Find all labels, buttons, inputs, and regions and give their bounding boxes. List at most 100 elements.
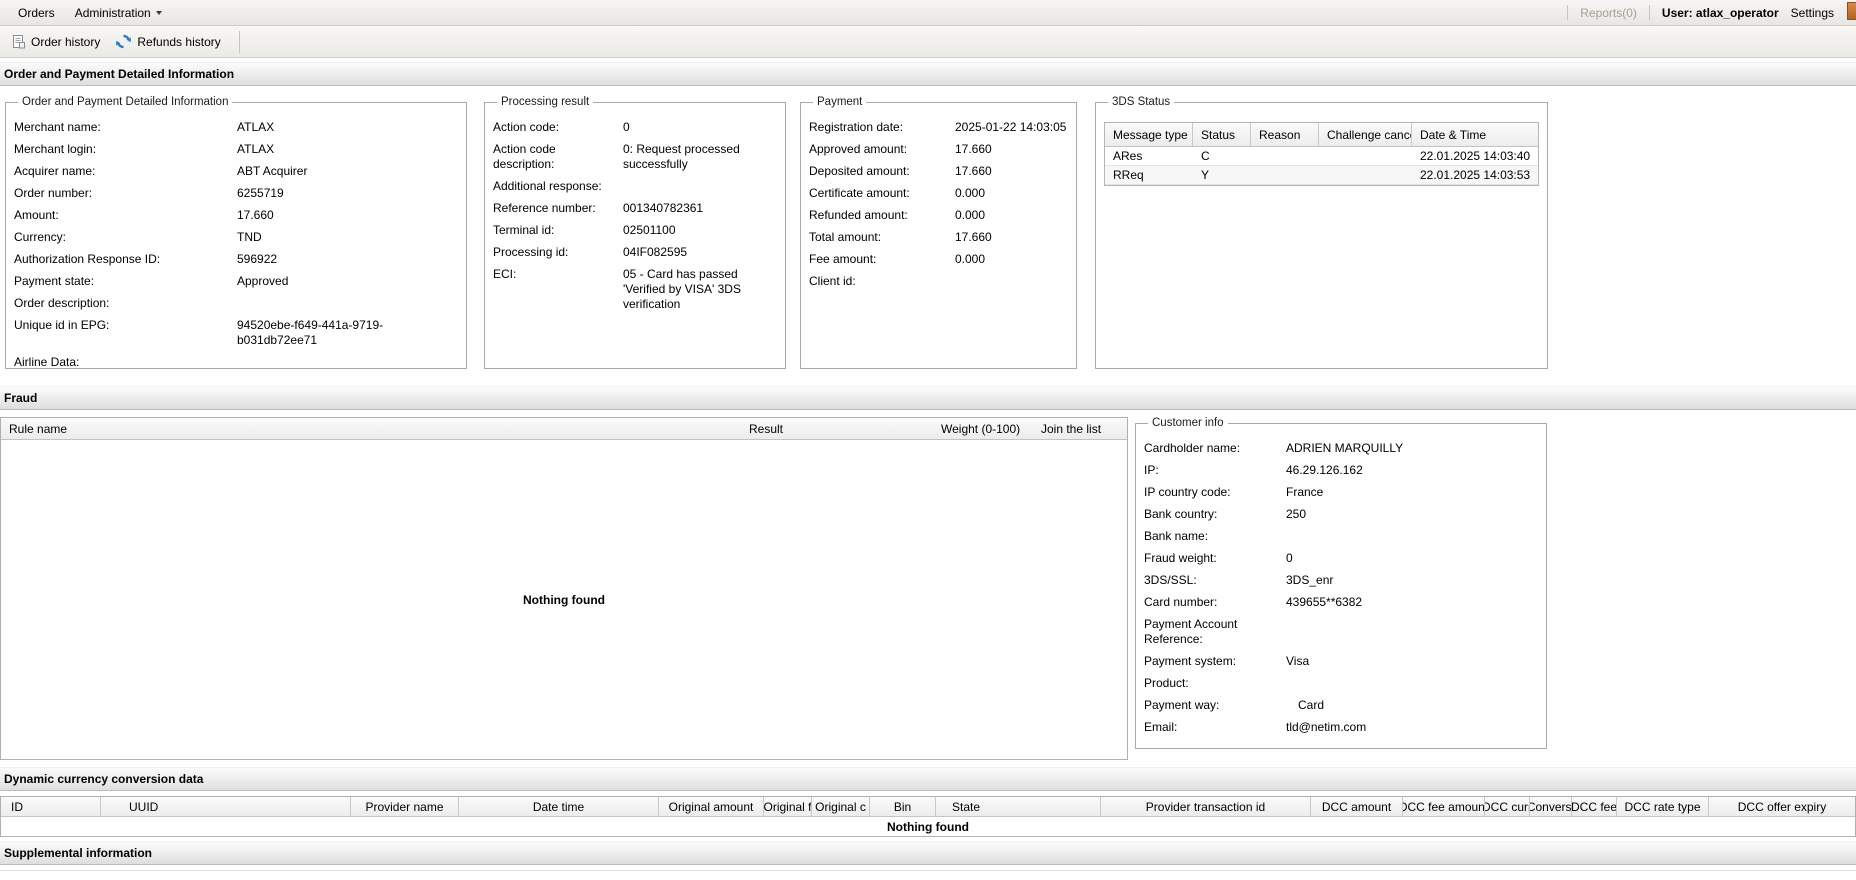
field-label: Payment way: [1144,698,1220,712]
table-header-cell: Provider name [351,797,459,816]
processing-result-fields: Action code: 0 Action code description: … [493,120,777,312]
table-header-cell: DCC fee amount [1403,797,1485,816]
refunds-history-button[interactable]: Refunds history [110,30,230,53]
table-header-cell: Reason [1251,123,1319,146]
order-history-label: Order history [31,34,101,49]
chevron-down-icon [155,10,162,15]
three-ds-status-legend: 3DS Status [1112,96,1171,108]
field-label: Payment state: [14,274,95,288]
field-value: 596922 [237,252,278,266]
field-value: 2025-01-22 14:03:05 [955,120,1067,134]
field-label: Terminal id: [493,223,555,237]
field-value: 94520ebe-f649-441a-9719-b031db72ee71 [237,318,384,347]
field-row: Acquirer name: ABT Acquirer [14,164,458,179]
field-label: Processing id: [493,245,569,259]
field-label: Deposited amount: [809,164,910,178]
field-label: Action code description: [493,142,556,171]
fraud-table-header: Rule name Result Weight (0-100) Join the… [1,418,1127,440]
payment-fieldset: Payment Registration date: 2025-01-22 14… [800,96,1077,369]
field-row: Certificate amount: 0.000 [809,186,1068,201]
menu-administration-label: Administration [74,5,151,20]
field-label: 3DS/SSL: [1144,573,1197,587]
detail-section-header: Order and Payment Detailed Information [0,62,1856,86]
order-info-legend: Order and Payment Detailed Information [22,96,229,108]
table-header-cell: ID [1,797,101,816]
field-value [1286,529,1538,544]
field-value: 439655**6382 [1286,595,1363,609]
field-label: Email: [1144,720,1178,734]
customer-info-fields: Cardholder name: ADRIEN MARQUILLY IP: 46… [1144,441,1538,735]
table-header-cell: Message type [1105,123,1193,146]
menu-separator [1648,5,1650,20]
dcc-section-header: Dynamic currency conversion data [0,767,1856,791]
processing-result-fieldset: Processing result Action code: 0 Action … [484,96,786,369]
field-label: Payment system: [1144,654,1237,668]
cell-status: C [1201,149,1210,163]
field-label: ECI: [493,267,517,281]
field-row: Product: [1144,676,1538,691]
table-header-cell: Result [749,421,784,436]
field-label: Total amount: [809,230,882,244]
menu-administration[interactable]: Administration [65,6,172,20]
field-label: IP country code: [1144,485,1231,499]
field-value: 001340782361 [623,201,704,215]
field-label: Merchant login: [14,142,97,156]
dcc-section-title: Dynamic currency conversion data [4,772,204,786]
field-label: Client id: [809,274,856,288]
table-row[interactable]: RReq Y 22.01.2025 14:03:53 [1105,166,1539,185]
field-value: 17.660 [955,230,992,244]
refunds-history-label: Refunds history [137,34,221,49]
field-row: Terminal id: 02501100 [493,223,777,238]
table-header-cell: Provider transaction id [1101,797,1311,816]
field-value: 0.000 [955,208,986,222]
field-value [1286,617,1538,647]
field-row: Fraud weight: 0 [1144,551,1538,566]
menu-orders-label: Orders [18,5,55,20]
field-row: Bank country: 250 [1144,507,1538,522]
field-row: Currency: TND [14,230,458,245]
table-header-cell: Date & Time [1420,127,1487,142]
field-row: Payment state: Approved [14,274,458,289]
field-label: Unique id in EPG: [14,318,110,332]
table-header-cell: Date time [459,797,659,816]
field-row: Payment system: Visa [1144,654,1538,669]
logout-icon[interactable] [1847,2,1856,20]
field-row: Bank name: [1144,529,1538,544]
customer-info-legend: Customer info [1152,417,1224,429]
field-value: 17.660 [237,208,274,222]
field-value: 04IF082595 [623,245,688,259]
field-row: Client id: [809,274,1068,289]
menu-bar: Orders Administration Reports(0) User: a… [0,0,1856,26]
field-row: Merchant name: ATLAX [14,120,458,135]
field-row: IP: 46.29.126.162 [1144,463,1538,478]
field-row: Fee amount: 0.000 [809,252,1068,267]
field-row: Amount: 17.660 [14,208,458,223]
field-label: Fee amount: [809,252,877,266]
table-row[interactable]: ARes C 22.01.2025 14:03:40 [1105,147,1539,166]
table-header-cell: Original c [812,797,870,816]
three-ds-table-header: Message type Status Reason Challenge can… [1105,123,1539,147]
field-label: Fraud weight: [1144,551,1217,565]
field-label: IP: [1144,463,1159,477]
menu-settings[interactable]: Settings [1791,6,1834,20]
field-value: Approved [237,274,289,288]
field-row: 3DS/SSL: 3DS_enr [1144,573,1538,588]
processing-result-legend: Processing result [501,96,590,108]
field-row: Order number: 6255719 [14,186,458,201]
cell-date-time: 22.01.2025 14:03:40 [1420,149,1531,163]
menu-orders[interactable]: Orders [8,6,65,20]
fraud-area: Rule name Result Weight (0-100) Join the… [0,410,1856,763]
dcc-table: ID UUID Provider name Date time Original… [0,796,1856,837]
table-header-cell: Weight (0-100) [941,421,1021,436]
fraud-section-header: Fraud [0,386,1856,410]
field-value: ATLAX [237,120,275,134]
field-value: ADRIEN MARQUILLY [1286,441,1404,455]
field-value [237,296,458,311]
order-history-button[interactable]: Order history [6,30,110,53]
cell-message-type: RReq [1113,168,1144,182]
field-row: ECI: 05 - Card has passed 'Verified by V… [493,267,777,312]
field-value: 0 [1286,551,1293,565]
field-label: Action code: [493,120,560,134]
cell-message-type: ARes [1113,149,1143,163]
field-label: Authorization Response ID: [14,252,161,266]
